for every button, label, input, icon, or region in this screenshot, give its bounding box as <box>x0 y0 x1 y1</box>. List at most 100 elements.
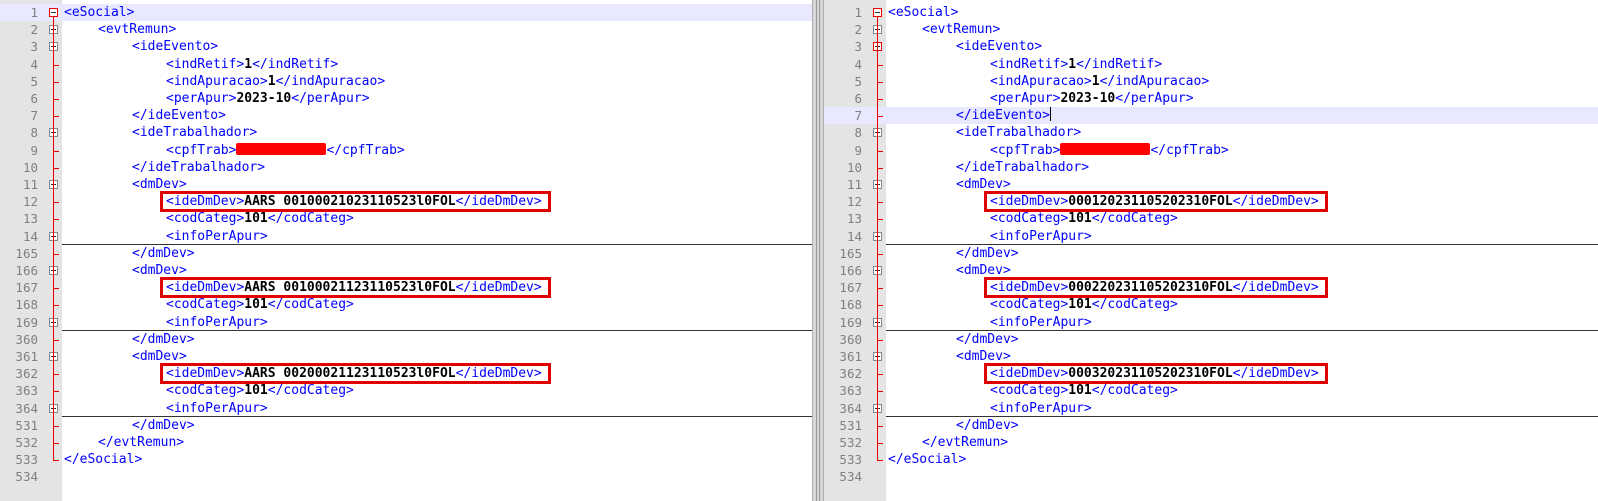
code-line[interactable]: 5 <indApuracao>1</indApuracao> <box>0 73 812 90</box>
xml-open-tag: </eSocial> <box>64 452 143 468</box>
xml-open-tag: <eSocial> <box>64 5 135 20</box>
code-text[interactable]: <infoPerApur> <box>990 314 1092 331</box>
code-line[interactable]: 10 </ideTrabalhador> <box>824 159 1598 176</box>
code-text[interactable]: <codCateg>101</codCateg> <box>990 382 1178 399</box>
code-text[interactable]: <infoPerApur> <box>166 228 268 245</box>
code-line[interactable]: 165 </dmDev> <box>824 245 1598 262</box>
code-text[interactable]: <evtRemun> <box>98 21 176 38</box>
code-text[interactable]: <ideEvento> <box>132 38 218 55</box>
code-text[interactable]: <ideTrabalhador> <box>956 124 1081 141</box>
line-number: 12 <box>846 194 862 210</box>
code-text[interactable]: <indRetif>1</indRetif> <box>990 56 1162 73</box>
code-text[interactable]: <perApur>2023-10</perApur> <box>990 90 1194 107</box>
code-text[interactable]: <infoPerApur> <box>166 400 268 417</box>
code-text[interactable]: </dmDev> <box>132 245 195 262</box>
code-text[interactable]: <indRetif>1</indRetif> <box>166 56 338 73</box>
code-line[interactable]: 532 </evtRemun> <box>824 434 1598 451</box>
code-line[interactable]: 5 <indApuracao>1</indApuracao> <box>824 73 1598 90</box>
code-text[interactable]: <infoPerApur> <box>990 228 1092 245</box>
code-line[interactable]: 2 <evtRemun> <box>0 21 812 38</box>
code-line[interactable]: 364 <infoPerApur> <box>0 400 812 417</box>
code-text[interactable]: </evtRemun> <box>922 434 1008 451</box>
code-text[interactable]: <codCateg>101</codCateg> <box>166 382 354 399</box>
code-text[interactable]: <codCateg>101</codCateg> <box>166 296 354 313</box>
code-text[interactable]: <cpfTrab> </cpfTrab> <box>990 142 1229 159</box>
code-text[interactable]: <codCateg>101</codCateg> <box>166 210 354 227</box>
xml-open-tag: <infoPerApur> <box>166 400 268 416</box>
code-text[interactable]: <cpfTrab> </cpfTrab> <box>166 142 405 159</box>
code-line[interactable]: 14 <infoPerApur> <box>0 228 812 245</box>
code-text[interactable]: </ideTrabalhador> <box>956 159 1089 176</box>
code-line[interactable]: 13 <codCateg>101</codCateg> <box>0 210 812 227</box>
code-line[interactable]: 531 </dmDev> <box>824 417 1598 434</box>
code-text[interactable]: </dmDev> <box>132 417 195 434</box>
code-text[interactable]: </dmDev> <box>956 245 1019 262</box>
code-line[interactable]: 4 <indRetif>1</indRetif> <box>0 56 812 73</box>
code-line[interactable]: 13 <codCateg>101</codCateg> <box>824 210 1598 227</box>
code-text[interactable]: </eSocial> <box>64 451 142 468</box>
code-line[interactable]: 4 <indRetif>1</indRetif> <box>824 56 1598 73</box>
pane-splitter[interactable] <box>812 0 824 501</box>
code-text[interactable]: </evtRemun> <box>98 434 184 451</box>
code-line[interactable]: 8 <ideTrabalhador> <box>0 124 812 141</box>
code-text[interactable]: <codCateg>101</codCateg> <box>990 296 1178 313</box>
code-line[interactable]: 1 <eSocial> <box>0 4 812 22</box>
code-text[interactable]: </ideEvento> <box>132 107 226 124</box>
code-text[interactable]: </dmDev> <box>132 331 195 348</box>
code-line[interactable]: 363 <codCateg>101</codCateg> <box>0 382 812 399</box>
right-editor-pane[interactable]: 1 <eSocial> 2 <evtRemun> 3 <ideEvento> 4 <indRe… <box>824 0 1598 501</box>
code-line[interactable]: 534 <box>824 468 1598 485</box>
code-text[interactable]: <eSocial> <box>64 4 134 21</box>
xml-value: 101 <box>244 383 268 399</box>
code-line[interactable]: 533 </eSocial> <box>824 451 1598 468</box>
code-line[interactable]: 532 </evtRemun> <box>0 434 812 451</box>
line-number: 533 <box>839 452 862 468</box>
code-text[interactable]: </ideTrabalhador> <box>132 159 265 176</box>
code-line[interactable]: 360 </dmDev> <box>824 331 1598 348</box>
fold-collapse-icon[interactable] <box>873 8 882 17</box>
code-text[interactable]: <indApuracao>1</indApuracao> <box>990 73 1209 90</box>
code-line[interactable]: 2 <evtRemun> <box>824 21 1598 38</box>
code-text[interactable]: </dmDev> <box>956 331 1019 348</box>
code-line[interactable]: 169 <infoPerApur> <box>824 314 1598 331</box>
fold-collapse-icon[interactable] <box>49 8 58 17</box>
code-line[interactable]: 7 </ideEvento> <box>824 107 1598 125</box>
xml-open-tag: <perApur> <box>166 91 237 106</box>
code-line[interactable]: 169 <infoPerApur> <box>0 314 812 331</box>
fold-end-mark <box>877 460 883 462</box>
code-text[interactable]: <codCateg>101</codCateg> <box>990 210 1178 227</box>
code-line[interactable]: 165 </dmDev> <box>0 245 812 262</box>
code-line[interactable]: 3 <ideEvento> <box>0 38 812 55</box>
code-text[interactable]: <ideEvento> <box>956 38 1042 55</box>
code-line[interactable]: 168 <codCateg>101</codCateg> <box>0 296 812 313</box>
code-line[interactable]: 9 <cpfTrab> </cpfTrab> <box>824 142 1598 159</box>
code-line[interactable]: 8 <ideTrabalhador> <box>824 124 1598 141</box>
code-text[interactable]: <perApur>2023-10</perApur> <box>166 90 370 107</box>
code-line[interactable]: 533 </eSocial> <box>0 451 812 468</box>
code-line[interactable]: 531 </dmDev> <box>0 417 812 434</box>
code-line[interactable]: 534 <box>0 468 812 485</box>
code-text[interactable]: <ideTrabalhador> <box>132 124 257 141</box>
code-line[interactable]: 14 <infoPerApur> <box>824 228 1598 245</box>
code-text[interactable]: <evtRemun> <box>922 21 1000 38</box>
left-editor-pane[interactable]: 1 <eSocial> 2 <evtRemun> 3 <ideEvento> 4 <indRe… <box>0 0 812 501</box>
code-text[interactable]: <infoPerApur> <box>990 400 1092 417</box>
code-line[interactable]: 10 </ideTrabalhador> <box>0 159 812 176</box>
code-line[interactable]: 364 <infoPerApur> <box>824 400 1598 417</box>
code-text[interactable]: <indApuracao>1</indApuracao> <box>166 73 385 90</box>
code-text[interactable]: </dmDev> <box>956 417 1019 434</box>
code-text[interactable]: <eSocial> <box>888 4 958 21</box>
code-line[interactable]: 360 </dmDev> <box>0 331 812 348</box>
line-number: 11 <box>22 177 38 192</box>
code-text[interactable]: </ideEvento> <box>956 107 1051 124</box>
code-line[interactable]: 6 <perApur>2023-10</perApur> <box>0 90 812 107</box>
code-line[interactable]: 363 <codCateg>101</codCateg> <box>824 382 1598 399</box>
code-text[interactable]: <infoPerApur> <box>166 314 268 331</box>
code-line[interactable]: 3 <ideEvento> <box>824 38 1598 55</box>
code-line[interactable]: 168 <codCateg>101</codCateg> <box>824 296 1598 313</box>
code-line[interactable]: 1 <eSocial> <box>824 4 1598 21</box>
code-line[interactable]: 6 <perApur>2023-10</perApur> <box>824 90 1598 107</box>
code-line[interactable]: 9 <cpfTrab> </cpfTrab> <box>0 142 812 159</box>
code-line[interactable]: 7 </ideEvento> <box>0 107 812 124</box>
code-text[interactable]: </eSocial> <box>888 451 966 468</box>
